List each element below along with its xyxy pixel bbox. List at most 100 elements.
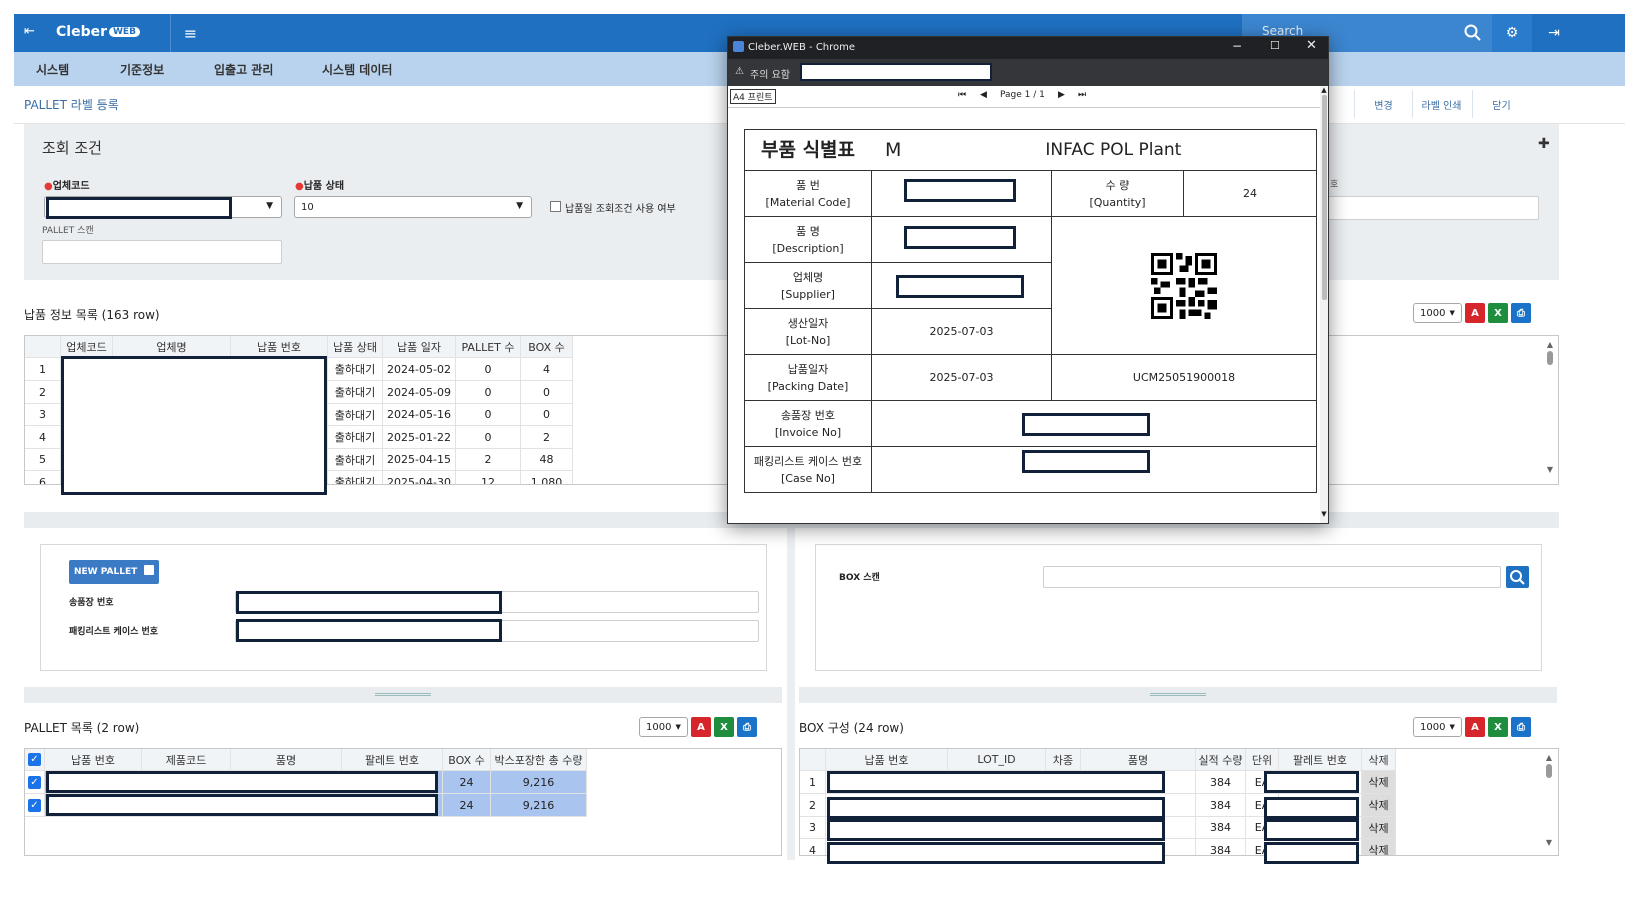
box-count-cell: 2	[521, 426, 573, 448]
row-checkbox[interactable]: ✓	[25, 771, 45, 793]
date-filter-checkbox[interactable]	[550, 201, 561, 212]
column-header[interactable]: 업체명	[113, 336, 231, 357]
menu-icon[interactable]: ≡	[170, 14, 210, 52]
packing-label-cell: 납품일자 [Packing Date]	[744, 354, 872, 401]
column-header[interactable]: 품명	[231, 749, 342, 770]
change-button[interactable]: 변경	[1354, 90, 1412, 118]
column-header[interactable]: 납품 상태	[328, 336, 383, 357]
box-grid-scrollbar[interactable]: ▲ ▼	[1544, 753, 1554, 853]
close-icon[interactable]: ✕	[1306, 38, 1317, 53]
column-header[interactable]: 삭제	[1362, 749, 1396, 770]
pallet-page-size-select[interactable]: 1000 ▼	[639, 717, 688, 737]
vendor-code-label: ●업체코드	[44, 181, 90, 192]
row-checkbox[interactable]: ✓	[25, 794, 45, 816]
column-header[interactable]: 납품 번호	[45, 749, 142, 770]
delete-button[interactable]: 삭제	[1362, 794, 1396, 816]
search-icon[interactable]	[1464, 24, 1482, 42]
packing-value-cell: 2025-07-03	[871, 354, 1052, 401]
column-header[interactable]: 업체코드	[61, 336, 113, 357]
row-number-header	[800, 749, 826, 770]
print-preview-window: Cleber.WEB - Chrome − ☐ ✕ ⚠ 주의 요함 A4 프린트…	[727, 36, 1329, 524]
date-cell: 2024-05-02	[383, 358, 456, 380]
app-logo[interactable]: Cleber WEB	[56, 24, 140, 40]
first-page-icon[interactable]: ⏮	[958, 90, 966, 100]
a4-print-button[interactable]: A4 프린트	[730, 89, 776, 104]
pallet-scan-input[interactable]	[42, 240, 282, 264]
column-header[interactable]: 품명	[1081, 749, 1196, 770]
print-icon[interactable]: ⎙	[1511, 717, 1531, 737]
menu-item-inout[interactable]: 입출고 관리	[214, 61, 273, 78]
column-header[interactable]: BOX 수	[443, 749, 491, 770]
quantity-value-cell: 24	[1183, 170, 1317, 217]
viewer-scrollbar[interactable]: ▲ ▼	[1320, 86, 1328, 523]
date-cell: 2025-01-22	[383, 426, 456, 448]
pdf-export-icon[interactable]: A	[691, 717, 711, 737]
filter-title: 조회 조건	[42, 139, 102, 157]
pdf-export-icon[interactable]: A	[1465, 717, 1485, 737]
column-header[interactable]: 팔레트 번호	[1279, 749, 1362, 770]
column-header[interactable]: PALLET 수	[456, 336, 521, 357]
delivery-page-size-select[interactable]: 1000 ▼	[1413, 303, 1462, 323]
invoice-label-en: [Invoice No]	[774, 425, 842, 439]
lot-label-cell: 생산일자 [Lot-No]	[744, 308, 872, 355]
column-header[interactable]: 제품코드	[142, 749, 231, 770]
security-warning[interactable]: 주의 요함	[750, 66, 790, 81]
sidebar-toggle-icon[interactable]: ⇤	[24, 24, 35, 39]
column-header[interactable]: 납품 일자	[383, 336, 456, 357]
menu-item-sysdata[interactable]: 시스템 데이터	[322, 61, 392, 78]
excel-export-icon[interactable]: X	[1488, 717, 1508, 737]
menu-item-system[interactable]: 시스템	[36, 61, 69, 78]
new-pallet-button[interactable]: NEW PALLET	[69, 560, 160, 584]
right-lower-splitter[interactable]	[799, 687, 1557, 703]
box-scan-input[interactable]	[1043, 566, 1501, 588]
column-header[interactable]: 차종	[1046, 749, 1081, 770]
delivery-status-value: 10	[301, 201, 314, 213]
box-scan-search-button[interactable]	[1506, 566, 1529, 588]
print-icon[interactable]: ⎙	[737, 717, 757, 737]
prev-page-icon[interactable]: ◀	[980, 90, 987, 100]
column-header[interactable]: 박스포장한 총 수량	[491, 749, 587, 770]
last-page-icon[interactable]: ⏭	[1078, 90, 1086, 100]
left-lower-splitter[interactable]	[24, 687, 782, 703]
delete-button[interactable]: 삭제	[1362, 817, 1396, 838]
redacted-vendor-code	[46, 197, 232, 219]
status-cell: 출하대기	[328, 358, 383, 380]
logout-icon[interactable]: ⇥	[1534, 14, 1574, 52]
menu-item-master[interactable]: 기준정보	[120, 61, 164, 78]
invoice-label-cell: 송품장 번호 [Invoice No]	[744, 400, 872, 447]
select-all-checkbox[interactable]: ✓	[25, 749, 45, 770]
description-label: 품 명	[796, 224, 820, 238]
column-header[interactable]: 실적 수량	[1196, 749, 1246, 770]
window-title-bar[interactable]: Cleber.WEB - Chrome − ☐ ✕	[728, 37, 1328, 59]
right-filter-input[interactable]	[1322, 196, 1539, 220]
pin-icon[interactable]: ✚	[1538, 136, 1550, 152]
label-print-button[interactable]: 라벨 인쇄	[1412, 90, 1470, 118]
minimize-icon[interactable]: −	[1232, 39, 1242, 53]
column-header[interactable]: LOT_ID	[948, 749, 1046, 770]
delete-button[interactable]: 삭제	[1362, 771, 1396, 793]
column-header[interactable]: 단위	[1246, 749, 1279, 770]
column-header[interactable]: BOX 수	[521, 336, 573, 357]
column-header[interactable]: 납품 번호	[231, 336, 328, 357]
column-header[interactable]: 팔레트 번호	[342, 749, 443, 770]
print-icon[interactable]: ⎙	[1511, 303, 1531, 323]
pdf-export-icon[interactable]: A	[1465, 303, 1485, 323]
delivery-grid-scrollbar[interactable]: ▲ ▼	[1545, 340, 1555, 482]
next-page-icon[interactable]: ▶	[1058, 90, 1065, 100]
chevron-down-icon: ▼	[1449, 309, 1455, 317]
logo-text: Cleber	[56, 24, 107, 40]
box-count-cell: 24	[443, 771, 491, 793]
excel-export-icon[interactable]: X	[1488, 303, 1508, 323]
close-button[interactable]: 닫기	[1472, 90, 1530, 118]
description-label-en: [Description]	[772, 241, 844, 255]
maximize-icon[interactable]: ☐	[1270, 39, 1280, 52]
invoice-label: 송품장 번호	[780, 408, 836, 422]
excel-export-icon[interactable]: X	[714, 717, 734, 737]
vertical-splitter[interactable]	[787, 528, 795, 860]
box-page-size-select[interactable]: 1000 ▼	[1413, 717, 1462, 737]
delivery-status-select[interactable]: 10 ▼	[294, 196, 532, 218]
column-header[interactable]: 납품 번호	[826, 749, 948, 770]
delete-button[interactable]: 삭제	[1362, 839, 1396, 855]
gear-icon[interactable]: ⚙	[1492, 14, 1532, 52]
redacted-box-row	[827, 819, 1165, 841]
